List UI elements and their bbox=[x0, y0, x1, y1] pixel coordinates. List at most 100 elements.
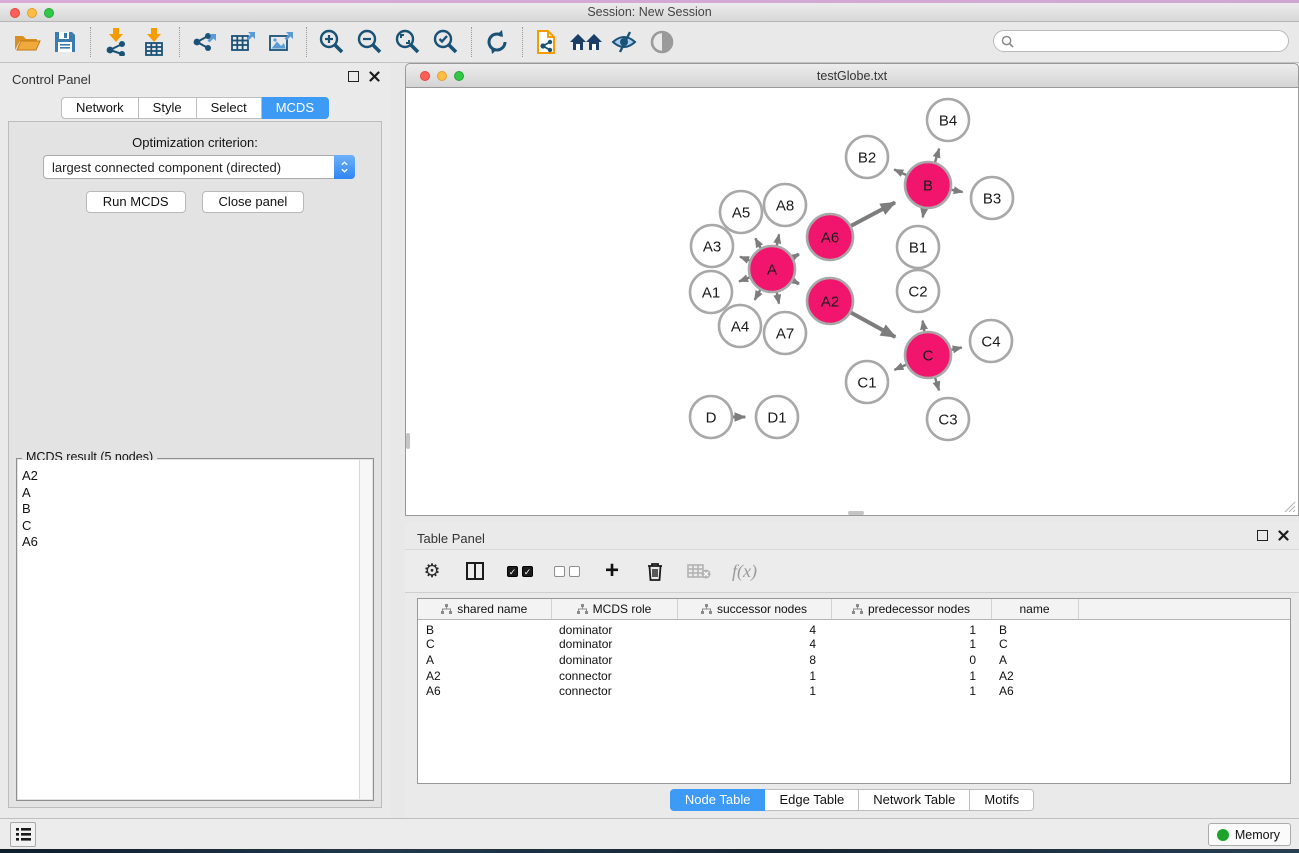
node-C1[interactable]: C1 bbox=[846, 361, 888, 403]
new-network-from-selection-button[interactable] bbox=[529, 25, 567, 59]
node-B4[interactable]: B4 bbox=[927, 99, 969, 141]
edge-A-A8[interactable] bbox=[777, 234, 779, 245]
show-hide-graphics-details-button[interactable] bbox=[605, 25, 643, 59]
zoom-fit-button[interactable] bbox=[389, 25, 427, 59]
node-A4[interactable]: A4 bbox=[719, 305, 761, 347]
column-header-predecessor-nodes[interactable]: predecessor nodes bbox=[831, 599, 991, 619]
resize-grip-icon[interactable] bbox=[1283, 500, 1296, 513]
result-scrollbar[interactable] bbox=[359, 460, 372, 799]
create-column-button[interactable]: + bbox=[601, 558, 623, 584]
result-item[interactable]: C bbox=[18, 518, 372, 535]
close-panel-button[interactable]: Close panel bbox=[202, 191, 305, 213]
minimize-window-button[interactable] bbox=[27, 8, 37, 18]
ndex-browse-button[interactable] bbox=[567, 25, 605, 59]
edge-A-A3[interactable] bbox=[740, 257, 750, 261]
tab-style[interactable]: Style bbox=[139, 97, 197, 119]
open-file-button[interactable] bbox=[8, 25, 46, 59]
show-columns-button[interactable] bbox=[464, 558, 486, 584]
edge-C-C3[interactable] bbox=[935, 378, 939, 390]
edge-B-B3[interactable] bbox=[952, 190, 963, 192]
canvas-horizontal-scrollbar[interactable] bbox=[848, 511, 864, 515]
node-A2[interactable]: A2 bbox=[807, 278, 853, 324]
node-C3[interactable]: C3 bbox=[927, 398, 969, 440]
column-header-successor-nodes[interactable]: successor nodes bbox=[677, 599, 831, 619]
node-A7[interactable]: A7 bbox=[764, 312, 806, 354]
edge-A6-B[interactable] bbox=[851, 203, 895, 226]
import-network-button[interactable] bbox=[97, 25, 135, 59]
birds-eye-view-button[interactable] bbox=[643, 25, 681, 59]
network-graph[interactable]: AA6A2BCA1A3A4A5A7A8B1B2B3B4C1C2C3C4DD1 bbox=[406, 88, 1298, 514]
save-session-button[interactable] bbox=[46, 25, 84, 59]
network-canvas[interactable]: AA6A2BCA1A3A4A5A7A8B1B2B3B4C1C2C3C4DD1 bbox=[405, 88, 1299, 516]
close-network-button[interactable] bbox=[420, 71, 430, 81]
result-item[interactable]: B bbox=[18, 501, 372, 518]
result-item[interactable]: A6 bbox=[18, 534, 372, 551]
edge-C-C4[interactable] bbox=[951, 348, 961, 350]
node-A3[interactable]: A3 bbox=[691, 225, 733, 267]
table-row[interactable]: A6connector11A6 bbox=[418, 684, 1290, 700]
node-A5[interactable]: A5 bbox=[720, 191, 762, 233]
run-mcds-button[interactable]: Run MCDS bbox=[86, 191, 186, 213]
table-row[interactable]: Bdominator41B bbox=[418, 619, 1290, 637]
search-input[interactable] bbox=[1018, 34, 1288, 48]
table-settings-button[interactable]: ⚙ bbox=[421, 558, 443, 584]
tab-mcds[interactable]: MCDS bbox=[262, 97, 329, 119]
search-field[interactable] bbox=[993, 30, 1289, 52]
node-C2[interactable]: C2 bbox=[897, 270, 939, 312]
close-panel-icon[interactable] bbox=[369, 71, 380, 82]
tab-motifs[interactable]: Motifs bbox=[970, 789, 1034, 811]
canvas-vertical-scrollbar[interactable] bbox=[406, 433, 410, 449]
edge-A-A5[interactable] bbox=[755, 238, 760, 248]
network-window-titlebar[interactable]: testGlobe.txt bbox=[405, 63, 1299, 88]
node-D1[interactable]: D1 bbox=[756, 396, 798, 438]
tab-node-table[interactable]: Node Table bbox=[670, 789, 766, 811]
zoom-window-button[interactable] bbox=[44, 8, 54, 18]
column-header-name[interactable]: name bbox=[991, 599, 1078, 619]
node-C[interactable]: C bbox=[905, 332, 951, 378]
export-network-button[interactable] bbox=[186, 25, 224, 59]
select-all-button[interactable]: ✓ ✓ bbox=[507, 558, 533, 584]
node-B[interactable]: B bbox=[905, 162, 951, 208]
edge-A-A7[interactable] bbox=[777, 293, 779, 304]
edge-C-C2[interactable] bbox=[923, 321, 925, 332]
node-B2[interactable]: B2 bbox=[846, 136, 888, 178]
edge-B-B2[interactable] bbox=[894, 170, 906, 175]
edge-B-B4[interactable] bbox=[935, 149, 939, 162]
tab-select[interactable]: Select bbox=[197, 97, 262, 119]
node-D[interactable]: D bbox=[690, 396, 732, 438]
zoom-selected-button[interactable] bbox=[427, 25, 465, 59]
node-A8[interactable]: A8 bbox=[764, 184, 806, 226]
edge-B-B1[interactable] bbox=[923, 209, 924, 218]
tab-network[interactable]: Network bbox=[61, 97, 139, 119]
mcds-result-list[interactable]: A2ABCA6 bbox=[18, 460, 372, 799]
table-row[interactable]: Adominator80A bbox=[418, 652, 1290, 668]
export-image-button[interactable] bbox=[262, 25, 300, 59]
delete-columns-button[interactable] bbox=[644, 558, 666, 584]
close-window-button[interactable] bbox=[10, 8, 20, 18]
zoom-out-button[interactable] bbox=[351, 25, 389, 59]
node-A6[interactable]: A6 bbox=[807, 214, 853, 260]
tab-network-table[interactable]: Network Table bbox=[859, 789, 970, 811]
edge-A2-C[interactable] bbox=[851, 313, 895, 337]
result-item[interactable]: A bbox=[18, 485, 372, 502]
memory-button[interactable]: Memory bbox=[1208, 823, 1291, 846]
result-item[interactable]: A2 bbox=[18, 468, 372, 485]
table-row[interactable]: Cdominator41C bbox=[418, 637, 1290, 653]
edge-A-A1[interactable] bbox=[739, 277, 749, 281]
node-A[interactable]: A bbox=[749, 246, 795, 292]
column-header-shared-name[interactable]: shared name bbox=[418, 599, 551, 619]
node-C4[interactable]: C4 bbox=[970, 320, 1012, 362]
node-A1[interactable]: A1 bbox=[690, 271, 732, 313]
edge-A-A6[interactable] bbox=[793, 254, 799, 257]
edge-C-C1[interactable] bbox=[894, 365, 906, 370]
edge-A-A4[interactable] bbox=[755, 290, 761, 300]
column-header-mcds-role[interactable]: MCDS role bbox=[551, 599, 677, 619]
float-panel-icon[interactable] bbox=[348, 71, 359, 82]
tab-edge-table[interactable]: Edge Table bbox=[765, 789, 859, 811]
import-table-button[interactable] bbox=[135, 25, 173, 59]
zoom-in-button[interactable] bbox=[313, 25, 351, 59]
zoom-network-button[interactable] bbox=[454, 71, 464, 81]
edge-A-A2[interactable] bbox=[793, 281, 799, 284]
optimization-criterion-select[interactable]: largest connected component (directed) bbox=[43, 155, 355, 179]
table-row[interactable]: A2connector11A2 bbox=[418, 668, 1290, 684]
